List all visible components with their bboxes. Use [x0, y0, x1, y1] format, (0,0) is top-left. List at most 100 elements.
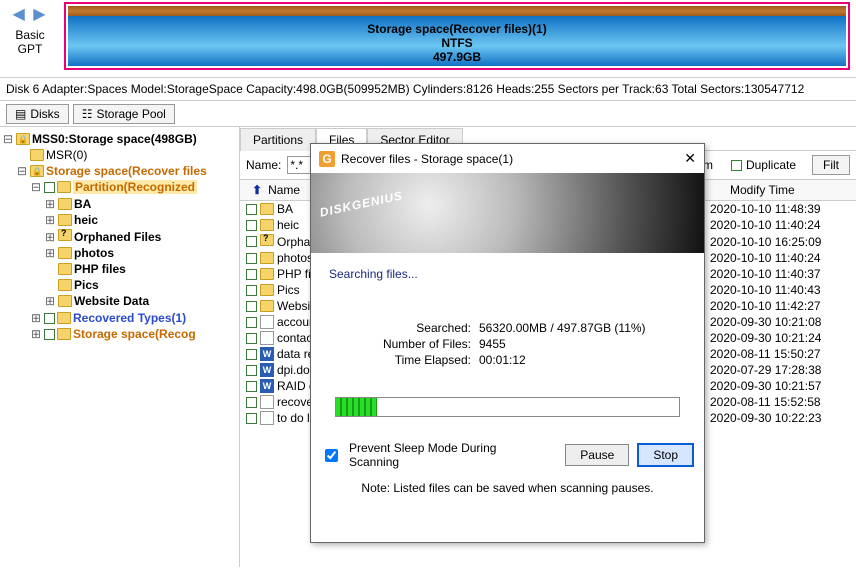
pool-icon: ☷ [82, 107, 93, 121]
directory-tree[interactable]: ⊟ MSS0:Storage space(498GB) MSR(0) ⊟ Sto… [0, 127, 240, 567]
disks-button[interactable]: ▤ Disks [6, 104, 69, 124]
file-modtime: 2020-08-11 15:52:58 [710, 395, 850, 409]
folder-icon [58, 279, 72, 291]
file-modtime: 2020-09-30 10:21:24 [710, 331, 850, 345]
file-icon [260, 331, 274, 345]
tree-folder[interactable]: Pics [74, 278, 99, 292]
folder-icon [58, 247, 72, 259]
file-modtime: 2020-10-10 11:42:27 [710, 299, 850, 313]
searched-label: Searched: [359, 321, 479, 335]
elapsed-value: 00:01:12 [479, 353, 526, 367]
nav-mode-label2: GPT [18, 42, 43, 56]
folder-icon [30, 149, 44, 161]
folder-icon [30, 165, 44, 177]
tree-recover-files[interactable]: Storage space(Recover files [46, 164, 207, 178]
dialog-title: Recover files - Storage space(1) [341, 152, 513, 166]
close-icon[interactable]: ✕ [684, 150, 696, 167]
checkbox[interactable] [246, 381, 257, 392]
nav-mode-label1: Basic [15, 28, 44, 42]
tree-msr[interactable]: MSR(0) [46, 148, 87, 162]
checkbox[interactable] [246, 397, 257, 408]
checkbox[interactable] [246, 204, 257, 215]
tree-folder[interactable]: Website Data [74, 294, 149, 308]
dialog-note: Note: Listed files can be saved when sca… [311, 477, 704, 503]
volume-fs: NTFS [68, 36, 846, 50]
word-icon: W [260, 347, 274, 361]
tree-recog[interactable]: Storage space(Recog [73, 327, 196, 341]
checkbox[interactable] [246, 333, 257, 344]
tab-partitions[interactable]: Partitions [240, 128, 316, 151]
tree-recovered-types[interactable]: Recovered Types(1) [73, 311, 186, 325]
tree-folder[interactable]: BA [74, 197, 91, 211]
file-modtime: 2020-07-29 17:28:38 [710, 363, 850, 377]
name-filter-label: Name: [246, 158, 281, 172]
checkbox[interactable] [44, 329, 55, 340]
checkbox[interactable] [246, 220, 257, 231]
file-modtime: 2020-10-10 11:40:43 [710, 283, 850, 297]
nav-arrows-icon: ◀ ▶ [0, 4, 60, 24]
tree-folder[interactable]: PHP files [74, 262, 126, 276]
checkbox[interactable] [246, 301, 257, 312]
folder-icon [260, 268, 274, 280]
folder-icon [260, 252, 274, 264]
folder-icon [57, 181, 71, 193]
file-modtime: 2020-09-30 10:21:08 [710, 315, 850, 329]
checkbox[interactable] [246, 413, 257, 424]
volume-title: Storage space(Recover files)(1) [68, 22, 846, 36]
file-modtime: 2020-08-11 15:50:27 [710, 347, 850, 361]
checkbox[interactable] [246, 349, 257, 360]
recover-progress-dialog: G Recover files - Storage space(1) ✕ DIS… [310, 143, 705, 543]
file-modtime: 2020-09-30 10:22:23 [710, 411, 850, 425]
storage-pool-button[interactable]: ☷ Storage Pool [73, 104, 175, 124]
tree-partition[interactable]: Partition(Recognized [73, 180, 197, 194]
folder-icon [58, 214, 72, 226]
volume-size: 497.9GB [68, 50, 846, 64]
tree-root[interactable]: MSS0:Storage space(498GB) [32, 132, 197, 146]
tree-folder[interactable]: Orphaned Files [74, 230, 161, 244]
folder-icon [57, 312, 71, 324]
file-modtime: 2020-10-10 16:25:09 [710, 235, 850, 249]
checkbox[interactable] [246, 285, 257, 296]
file-modtime: 2020-10-10 11:48:39 [710, 202, 850, 216]
dialog-banner: DISKGENIUS [311, 173, 704, 253]
checkbox[interactable] [246, 236, 257, 247]
tree-folder[interactable]: photos [74, 246, 114, 260]
duplicate-checkbox[interactable] [731, 160, 742, 171]
disk-icon [16, 133, 30, 145]
folder-icon [58, 295, 72, 307]
checkbox[interactable] [246, 317, 257, 328]
folder-icon [260, 203, 274, 215]
stop-button[interactable]: Stop [637, 443, 694, 467]
folder-icon [260, 300, 274, 312]
numfiles-value: 9455 [479, 337, 506, 351]
prevent-sleep-checkbox[interactable] [325, 449, 338, 462]
checkbox[interactable] [44, 182, 55, 193]
filter-button[interactable]: Filt [812, 155, 850, 175]
file-modtime: 2020-10-10 11:40:24 [710, 218, 850, 232]
nav-mode[interactable]: ◀ ▶ BasicGPT [0, 0, 60, 56]
checkbox[interactable] [246, 365, 257, 376]
prevent-sleep-label: Prevent Sleep Mode During Scanning [349, 441, 549, 469]
app-icon: G [319, 151, 335, 167]
disk-info-line: Disk 6 Adapter:Spaces Model:StorageSpace… [0, 78, 856, 101]
file-icon [260, 395, 274, 409]
elapsed-label: Time Elapsed: [359, 353, 479, 367]
folder-icon [57, 328, 71, 340]
tree-folder[interactable]: heic [74, 213, 98, 227]
word-icon: W [260, 379, 274, 393]
folder-icon [260, 219, 274, 231]
folder-icon [58, 198, 72, 210]
file-icon [260, 411, 274, 425]
checkbox[interactable] [44, 313, 55, 324]
checkbox[interactable] [246, 269, 257, 280]
file-modtime: 2020-10-10 11:40:37 [710, 267, 850, 281]
disk-volume-bar[interactable]: Storage space(Recover files)(1) NTFS 497… [60, 0, 856, 70]
disk-stack-icon: ▤ [15, 107, 26, 121]
numfiles-label: Number of Files: [359, 337, 479, 351]
file-icon [260, 315, 274, 329]
checkbox[interactable] [246, 253, 257, 264]
up-arrow-icon[interactable]: ⬆ [246, 183, 268, 197]
col-modify-time[interactable]: Modify Time [730, 183, 850, 197]
file-modtime: 2020-09-30 10:21:57 [710, 379, 850, 393]
pause-button[interactable]: Pause [565, 444, 629, 466]
